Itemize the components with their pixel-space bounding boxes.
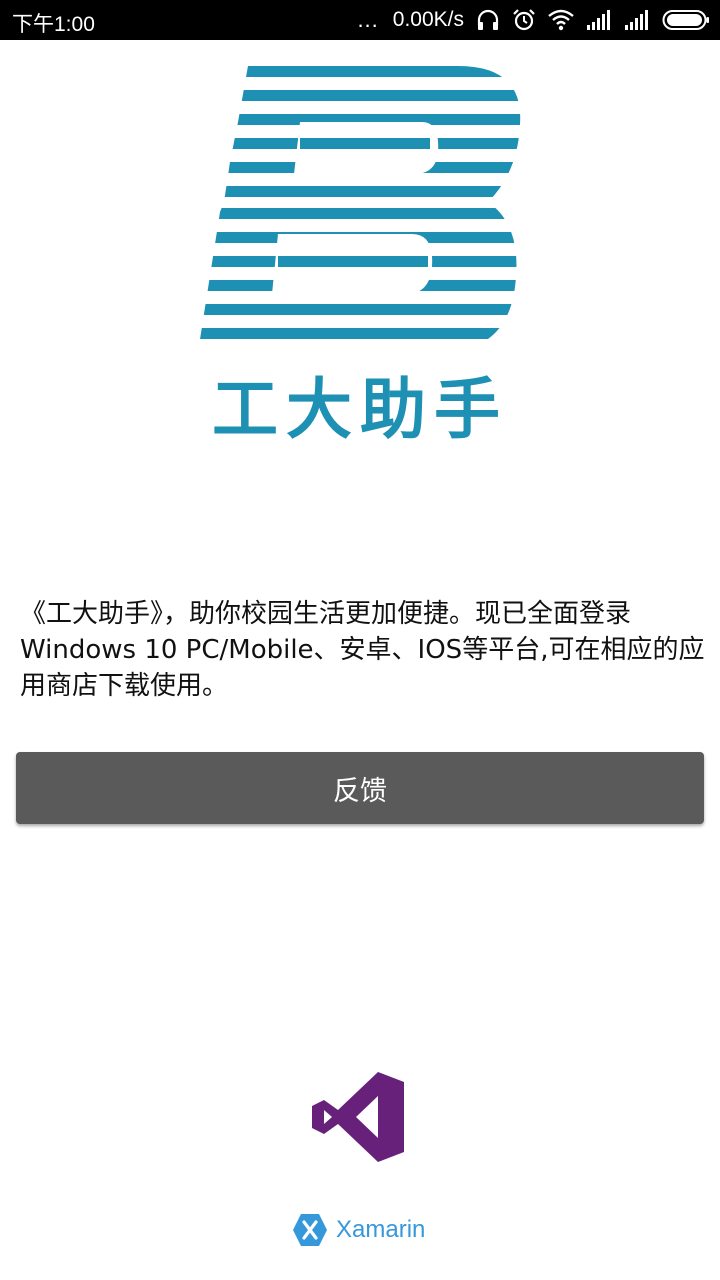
more-dots: ... [357, 7, 379, 32]
b-stripes-logo [198, 66, 521, 339]
app-name: 工大助手 [212, 371, 508, 448]
headset-icon [476, 9, 500, 31]
xamarin-label: Xamarin [336, 1216, 426, 1243]
status-bar: 下午1:00 ... 0.00K/s [0, 0, 720, 40]
xamarin-icon [293, 1214, 327, 1246]
network-speed: 0.00K/s [392, 8, 464, 31]
visual-studio-icon [312, 1072, 404, 1162]
wifi-icon [548, 9, 574, 31]
status-time: 下午1:00 [12, 13, 95, 36]
alarm-icon [512, 8, 536, 32]
signal-icon [624, 10, 650, 30]
signal-icon [586, 10, 612, 30]
xamarin-brand: Xamarin [292, 1210, 425, 1250]
app-description: 《工大助手》，助你校园生活更加便捷。现已全面登录Windows 10 PC/Mo… [20, 599, 705, 701]
feedback-button[interactable]: 反馈 [16, 752, 704, 824]
battery-icon [662, 9, 710, 31]
status-icons: ... 0.00K/s [357, 0, 710, 40]
